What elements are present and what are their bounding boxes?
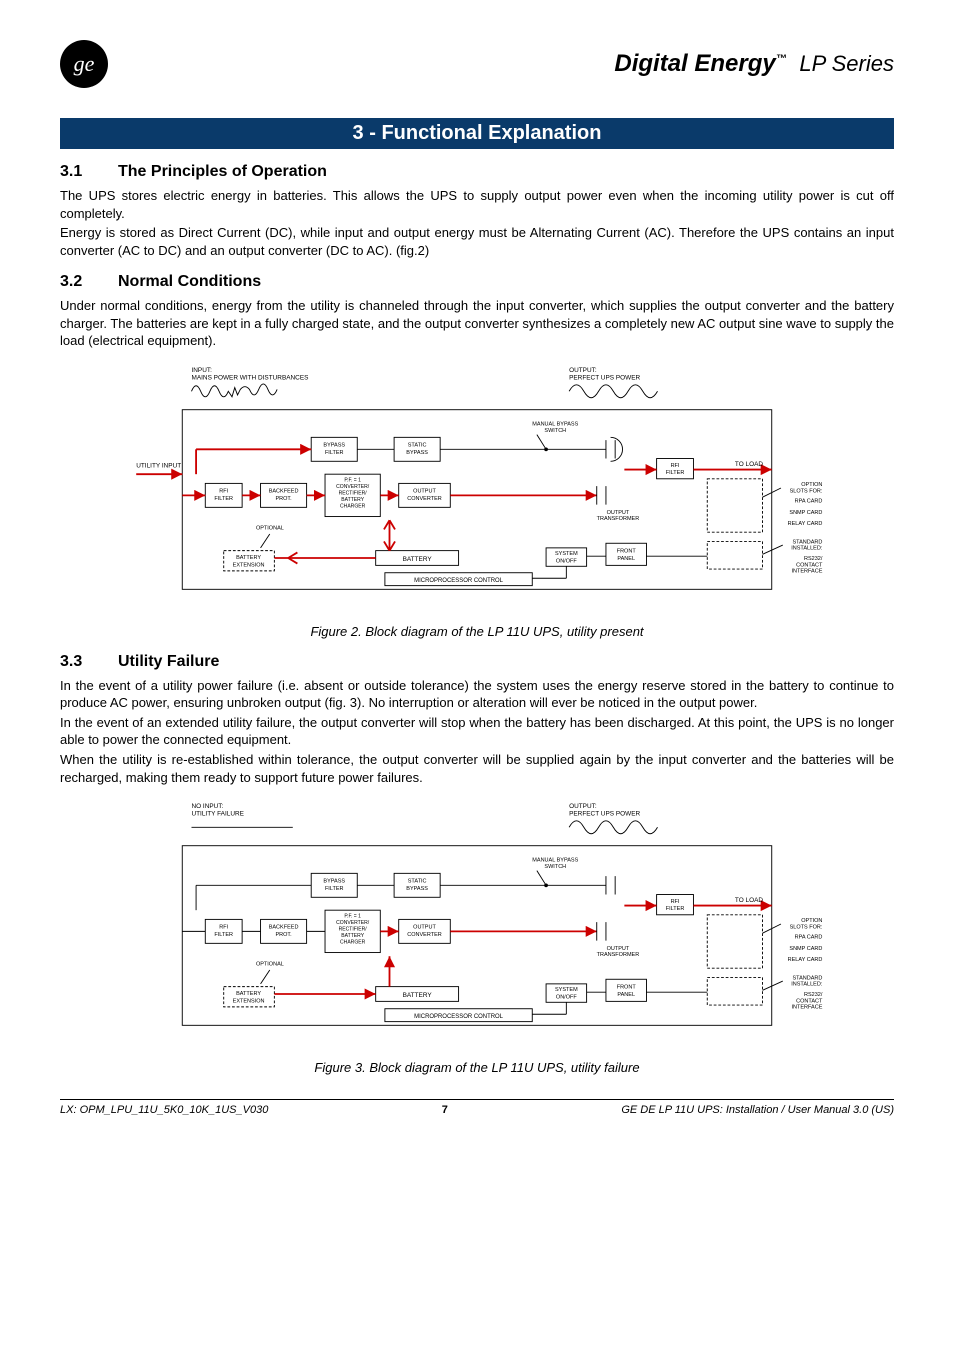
svg-text:P.F. = 1CONVERTER/RECTIFIER/BA: P.F. = 1CONVERTER/RECTIFIER/BATTERYCHARG… bbox=[336, 914, 370, 946]
section-3-1-heading: 3.1 The Principles of Operation bbox=[60, 163, 894, 181]
manual-bypass: MANUAL BYPASSSWITCH bbox=[532, 421, 578, 433]
output-transformer: OUTPUTTRANSFORMER bbox=[597, 510, 640, 522]
trademark: ™ bbox=[776, 53, 787, 65]
figure-2-diagram: INPUT: MAINS POWER WITH DISTURBANCES OUT… bbox=[60, 358, 894, 618]
footer-right: GE DE LP 11U UPS: Installation / User Ma… bbox=[621, 1104, 894, 1116]
section-title: Normal Conditions bbox=[118, 273, 261, 291]
svg-text:OPTIONSLOTS FOR:: OPTIONSLOTS FOR: bbox=[790, 918, 823, 930]
output-label1: OUTPUT: bbox=[569, 367, 597, 374]
svg-text:BATTERYEXTENSION: BATTERYEXTENSION bbox=[233, 991, 265, 1004]
svg-text:BATTERY: BATTERY bbox=[403, 992, 433, 999]
svg-text:OUTPUTTRANSFORMER: OUTPUTTRANSFORMER bbox=[597, 946, 640, 958]
rfi-filter-in: RFIFILTER bbox=[214, 488, 233, 501]
optional-label: OPTIONAL bbox=[256, 525, 284, 531]
s31-p2: Energy is stored as Direct Current (DC),… bbox=[60, 224, 894, 259]
battery-label: BATTERY bbox=[403, 556, 433, 563]
s33-p2: In the event of an extended utility fail… bbox=[60, 714, 894, 749]
snmp-card: SNMP CARD bbox=[789, 510, 822, 516]
fig3-input-label1: NO INPUT: bbox=[191, 803, 223, 810]
fig3-input-label2: UTILITY FAILURE bbox=[191, 810, 244, 817]
front-panel: FRONTPANEL bbox=[617, 548, 637, 561]
converter: P.F. = 1CONVERTER/RECTIFIER/BATTERYCHARG… bbox=[336, 477, 370, 509]
backfeed: BACKFEEDPROT. bbox=[269, 488, 299, 501]
svg-text:SNMP CARD: SNMP CARD bbox=[789, 946, 822, 952]
static-bypass: STATICBYPASS bbox=[406, 442, 428, 455]
brand-title: Digital Energy™ LP Series bbox=[614, 50, 894, 78]
series-name: LP Series bbox=[799, 51, 894, 76]
chapter-title-bar: 3 - Functional Explanation bbox=[60, 118, 894, 149]
section-3-2-heading: 3.2 Normal Conditions bbox=[60, 273, 894, 291]
brand-name: Digital Energy bbox=[614, 50, 775, 77]
s31-p1: The UPS stores electric energy in batter… bbox=[60, 187, 894, 222]
svg-text:MICROPROCESSOR CONTROL: MICROPROCESSOR CONTROL bbox=[414, 1014, 504, 1020]
svg-text:BYPASSFILTER: BYPASSFILTER bbox=[323, 879, 345, 892]
figure-2-caption: Figure 2. Block diagram of the LP 11U UP… bbox=[60, 624, 894, 639]
system-onoff: SYSTEMON/OFF bbox=[555, 551, 578, 564]
s33-p1: In the event of a utility power failure … bbox=[60, 677, 894, 712]
svg-text:TO LOAD: TO LOAD bbox=[735, 897, 763, 904]
footer-page-number: 7 bbox=[442, 1104, 448, 1116]
rpa-card: RPA CARD bbox=[795, 499, 823, 505]
section-number: 3.3 bbox=[60, 653, 90, 671]
svg-text:OUTPUTCONVERTER: OUTPUTCONVERTER bbox=[407, 925, 442, 938]
section-title: The Principles of Operation bbox=[118, 163, 327, 181]
page-header: ge Digital Energy™ LP Series bbox=[60, 40, 894, 88]
standard-installed: STANDARDINSTALLED: bbox=[791, 539, 823, 551]
chapter-title: 3 - Functional Explanation bbox=[353, 122, 602, 144]
footer-left: LX: OPM_LPU_11U_5K0_10K_1US_V030 bbox=[60, 1104, 268, 1116]
svg-text:FRONTPANEL: FRONTPANEL bbox=[617, 985, 637, 998]
battery-ext: BATTERYEXTENSION bbox=[233, 555, 265, 568]
svg-text:STANDARDINSTALLED:: STANDARDINSTALLED: bbox=[791, 975, 823, 987]
s33-p3: When the utility is re-established withi… bbox=[60, 751, 894, 786]
fig3-output-label1: OUTPUT: bbox=[569, 803, 597, 810]
option-slots: OPTIONSLOTS FOR: bbox=[790, 482, 823, 494]
fig3-output-label2: PERFECT UPS POWER bbox=[569, 810, 640, 817]
svg-text:RS232/CONTACTINTERFACE: RS232/CONTACTINTERFACE bbox=[791, 992, 823, 1011]
rfi-filter-out: RFIFILTER bbox=[666, 463, 685, 476]
svg-text:MANUAL BYPASSSWITCH: MANUAL BYPASSSWITCH bbox=[532, 857, 578, 869]
svg-text:RPA CARD: RPA CARD bbox=[795, 935, 823, 941]
bypass-filter: BYPASSFILTER bbox=[323, 442, 345, 455]
micro-label: MICROPROCESSOR CONTROL bbox=[414, 578, 504, 584]
svg-text:RFIFILTER: RFIFILTER bbox=[666, 899, 685, 912]
output-label2: PERFECT UPS POWER bbox=[569, 374, 640, 381]
relay-card: RELAY CARD bbox=[788, 521, 823, 527]
to-load-label: TO LOAD bbox=[735, 461, 763, 468]
input-label1: INPUT: bbox=[191, 367, 212, 374]
svg-text:OPTIONAL: OPTIONAL bbox=[256, 962, 284, 968]
rs232: RS232/CONTACTINTERFACE bbox=[791, 556, 823, 575]
ge-logo-icon: ge bbox=[60, 40, 108, 88]
output-converter: OUTPUTCONVERTER bbox=[407, 488, 442, 501]
section-3-3-heading: 3.3 Utility Failure bbox=[60, 653, 894, 671]
figure-3-diagram: NO INPUT: UTILITY FAILURE OUTPUT: PERFEC… bbox=[60, 794, 894, 1054]
section-number: 3.1 bbox=[60, 163, 90, 181]
svg-text:STATICBYPASS: STATICBYPASS bbox=[406, 879, 428, 892]
svg-text:BACKFEEDPROT.: BACKFEEDPROT. bbox=[269, 925, 299, 938]
input-label2: MAINS POWER WITH DISTURBANCES bbox=[191, 374, 308, 381]
section-number: 3.2 bbox=[60, 273, 90, 291]
figure-3-caption: Figure 3. Block diagram of the LP 11U UP… bbox=[60, 1060, 894, 1075]
s32-p1: Under normal conditions, energy from the… bbox=[60, 297, 894, 350]
section-title: Utility Failure bbox=[118, 653, 219, 671]
page-footer: LX: OPM_LPU_11U_5K0_10K_1US_V030 7 GE DE… bbox=[60, 1099, 894, 1116]
svg-text:RELAY CARD: RELAY CARD bbox=[788, 957, 823, 963]
svg-text:RFIFILTER: RFIFILTER bbox=[214, 925, 233, 938]
svg-text:SYSTEMON/OFF: SYSTEMON/OFF bbox=[555, 987, 578, 1000]
utility-input-label: UTILITY INPUT bbox=[136, 463, 181, 470]
